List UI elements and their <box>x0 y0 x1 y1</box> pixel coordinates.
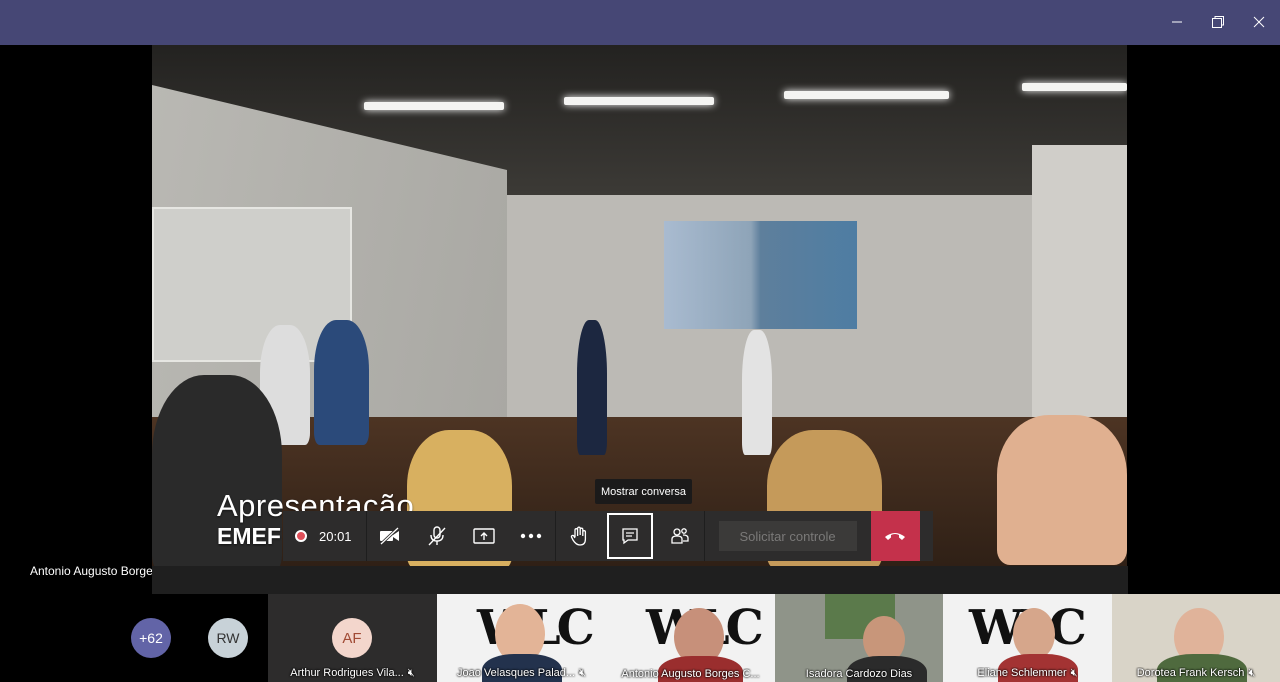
participants-button[interactable] <box>657 511 704 561</box>
mic-off-icon <box>428 526 446 546</box>
recording-icon <box>295 530 307 542</box>
participant-name: Antonio Augusto Borges C... <box>606 668 775 680</box>
participant-name-text: Dorotea Frank Kersch <box>1136 667 1245 679</box>
camera-off-icon <box>380 527 400 545</box>
participant-face <box>1013 608 1055 660</box>
participant-name: Eliane Schlemmer 🔇︎ <box>943 667 1112 680</box>
audience-person <box>314 320 369 445</box>
camera-toggle-button[interactable] <box>367 511 414 561</box>
call-timer: 20:01 <box>319 528 352 544</box>
share-screen-button[interactable] <box>461 511 508 561</box>
avatar-rw[interactable]: RW <box>208 618 248 658</box>
request-control-button[interactable]: Solicitar controle <box>718 521 857 551</box>
ceiling-light <box>564 97 714 105</box>
mic-toggle-button[interactable] <box>414 511 461 561</box>
participant-tile[interactable]: Isadora Cardozo Dias <box>775 594 943 682</box>
projected-slide <box>664 221 857 329</box>
raise-hand-button[interactable] <box>556 511 603 561</box>
stage-bottom-strip <box>152 566 1128 594</box>
ceiling-light <box>784 91 949 99</box>
hang-up-icon <box>885 533 906 540</box>
close-icon <box>1253 16 1265 28</box>
participants-icon <box>671 528 689 544</box>
hang-up-button[interactable] <box>870 511 920 561</box>
video-wall-right <box>1032 145 1127 445</box>
participant-tile[interactable]: WLC Joao Velasques Palad...🔇︎ <box>437 594 606 682</box>
more-participants-button[interactable]: +62 <box>131 618 171 658</box>
participant-name-text: Eliane Schlemmer <box>977 667 1067 679</box>
audience-person <box>997 415 1127 565</box>
minimize-icon <box>1172 21 1182 23</box>
title-bar <box>0 0 1280 45</box>
main-stage: Apresentação EMEF Antonio Augusto Borges… <box>0 45 1280 594</box>
participant-gallery: +62 RW AF Arthur Rodrigues Vila...🔇︎ WLC… <box>0 594 1280 682</box>
participant-name-text: Joao Velasques Palad... <box>457 667 576 679</box>
participant-name: Joao Velasques Palad... 🔇︎ <box>437 667 606 680</box>
mic-off-icon: 🔇︎ <box>407 667 415 679</box>
participant-tile[interactable]: WLC Antonio Augusto Borges C... <box>606 594 775 682</box>
call-controls: 20:01 Solicitar controle <box>283 511 933 561</box>
more-actions-button[interactable] <box>508 511 555 561</box>
raise-hand-icon <box>570 526 587 546</box>
share-screen-icon <box>473 528 495 544</box>
restore-icon <box>1212 16 1224 28</box>
more-icon <box>520 533 542 539</box>
participant-name: Arthur Rodrigues Vila... 🔇︎ <box>268 667 437 680</box>
chat-icon <box>621 528 638 545</box>
participant-name-text: Antonio Augusto Borges C... <box>621 668 760 680</box>
child-presenter <box>742 330 772 455</box>
participant-name: Dorotea Frank Kersch 🔇︎ <box>1112 667 1280 680</box>
close-window-button[interactable] <box>1245 8 1273 36</box>
child-presenter <box>577 320 607 455</box>
divider <box>703 511 705 561</box>
participant-name: Isadora Cardozo Dias <box>805 668 913 680</box>
participant-tile[interactable]: Dorotea Frank Kersch 🔇︎ <box>1112 594 1280 682</box>
participant-name-text: Arthur Rodrigues Vila... <box>290 667 404 679</box>
participant-tile[interactable]: AF Arthur Rodrigues Vila... 🔇︎ <box>268 594 437 682</box>
ceiling-light <box>1022 83 1127 91</box>
mic-off-icon: 🔇︎ <box>1070 667 1078 679</box>
avatar-af: AF <box>332 618 372 658</box>
mic-off-icon: 🔇︎ <box>579 667 586 679</box>
restore-button[interactable] <box>1204 8 1232 36</box>
video-overlay-subtitle: EMEF <box>217 523 281 549</box>
ceiling-light <box>364 102 504 110</box>
minimize-button[interactable] <box>1163 8 1191 36</box>
participant-tile[interactable]: WLC Eliane Schlemmer🔇︎ <box>943 594 1112 682</box>
mic-off-icon: 🔇︎ <box>1248 667 1256 679</box>
tooltip: Mostrar conversa <box>595 479 692 504</box>
show-conversation-button[interactable] <box>606 513 653 559</box>
